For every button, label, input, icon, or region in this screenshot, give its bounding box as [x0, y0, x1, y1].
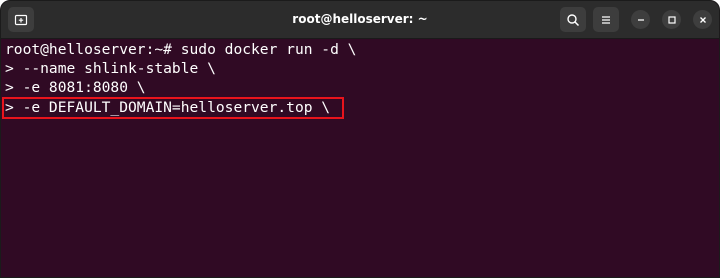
terminal-window: root@helloserver: ~ root@helloserver:~# …: [0, 0, 720, 278]
title-bar[interactable]: root@helloserver: ~: [1, 1, 719, 39]
maximize-icon: [667, 15, 676, 24]
terminal-line: root@helloserver:~# sudo docker run -d \: [5, 41, 357, 58]
minimize-button[interactable]: [631, 10, 650, 29]
scrollbar[interactable]: [713, 39, 719, 277]
close-button[interactable]: [693, 10, 712, 29]
hamburger-menu-icon: [602, 15, 610, 24]
terminal-output[interactable]: root@helloserver:~# sudo docker run -d \…: [1, 39, 719, 277]
minimize-icon: [637, 18, 644, 21]
close-icon: [699, 16, 706, 23]
menu-button[interactable]: [593, 7, 619, 32]
terminal-line: > --name shlink-stable \: [5, 60, 216, 77]
search-button[interactable]: [560, 7, 586, 32]
maximize-button[interactable]: [662, 10, 681, 29]
highlight-annotation-box: [2, 97, 344, 119]
new-tab-icon: [14, 14, 28, 25]
search-icon: [567, 13, 580, 26]
new-tab-button[interactable]: [8, 7, 34, 32]
terminal-line: > -e 8081:8080 \: [5, 79, 146, 96]
